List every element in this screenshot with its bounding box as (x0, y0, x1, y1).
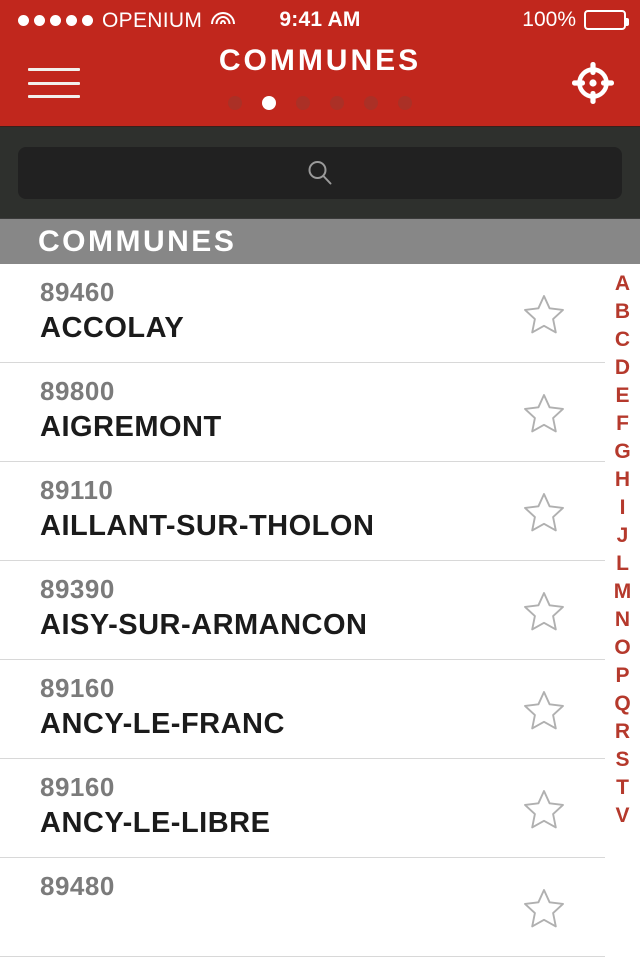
commune-zip: 89160 (40, 772, 115, 802)
table-row[interactable]: 89800 AIGREMONT (0, 363, 605, 462)
commune-zip: 89800 (40, 376, 115, 406)
page-dot-6[interactable] (398, 96, 412, 110)
commune-name: ANCY-LE-FRANC (40, 707, 285, 740)
app-header: OPENIUM 9:41 AM 100% COMMUNES (0, 0, 640, 126)
page-dot-1[interactable] (228, 96, 242, 110)
alpha-index-letter[interactable]: O (614, 634, 630, 662)
battery-percent-label: 100% (522, 8, 576, 31)
battery-icon (584, 10, 629, 30)
page-dot-2-active[interactable] (262, 96, 276, 110)
page-dot-4[interactable] (330, 96, 344, 110)
commune-name: ACCOLAY (40, 311, 185, 344)
search-input[interactable] (18, 147, 622, 199)
alpha-index-letter[interactable]: N (615, 606, 630, 634)
commune-name: AILLANT-SUR-THOLON (40, 509, 375, 542)
alpha-index-letter[interactable]: H (615, 466, 630, 494)
alpha-index-letter[interactable]: C (615, 326, 630, 354)
search-field[interactable] (18, 147, 622, 199)
star-outline-icon[interactable] (522, 391, 566, 435)
star-outline-icon[interactable] (522, 886, 566, 930)
page-dot-5[interactable] (364, 96, 378, 110)
alpha-index-letter[interactable]: R (615, 718, 630, 746)
table-row[interactable]: 89160 ANCY-LE-FRANC (0, 660, 605, 759)
status-bar: OPENIUM 9:41 AM 100% (0, 0, 640, 40)
alpha-index-letter[interactable]: G (614, 438, 630, 466)
status-bar-right: 100% (522, 0, 629, 40)
alpha-index-letter[interactable]: D (615, 354, 630, 382)
alpha-index-letter[interactable]: L (616, 550, 629, 578)
page-title: COMMUNES (218, 44, 422, 77)
alpha-index-letter[interactable]: B (615, 298, 630, 326)
star-outline-icon[interactable] (522, 589, 566, 633)
table-row[interactable]: 89460 ACCOLAY (0, 264, 605, 363)
alpha-index-letter[interactable]: V (615, 802, 629, 830)
alphabet-index-bar[interactable]: A B C D E F G H I J L M N O P Q R S T V (605, 264, 640, 960)
section-header: COMMUNES (0, 218, 640, 264)
star-outline-icon[interactable] (522, 688, 566, 732)
table-row[interactable]: 89480 (0, 858, 605, 957)
page-dot-3[interactable] (296, 96, 310, 110)
section-header-label: COMMUNES (38, 224, 237, 258)
alpha-index-letter[interactable]: Q (614, 690, 630, 718)
star-outline-icon[interactable] (522, 787, 566, 831)
table-row[interactable]: 89160 ANCY-LE-LIBRE (0, 759, 605, 858)
alpha-index-letter[interactable]: F (616, 410, 629, 438)
commune-zip: 89390 (40, 574, 115, 604)
table-row[interactable]: 89110 AILLANT-SUR-THOLON (0, 462, 605, 561)
alpha-index-letter[interactable]: I (620, 494, 626, 522)
commune-name: ANCY-LE-LIBRE (40, 806, 271, 839)
commune-list[interactable]: 89460 ACCOLAY 89800 AIGREMONT 89110 AILL… (0, 264, 605, 960)
commune-zip: 89480 (40, 871, 115, 901)
star-outline-icon[interactable] (522, 292, 566, 336)
star-outline-icon[interactable] (522, 490, 566, 534)
commune-name: AISY-SUR-ARMANCON (40, 608, 368, 641)
commune-zip: 89110 (40, 475, 114, 505)
alpha-index-letter[interactable]: S (615, 746, 629, 774)
commune-name: AIGREMONT (40, 410, 222, 443)
alpha-index-letter[interactable]: P (615, 662, 629, 690)
table-row[interactable]: 89390 AISY-SUR-ARMANCON (0, 561, 605, 660)
alpha-index-letter[interactable]: M (614, 578, 632, 606)
alpha-index-letter[interactable]: E (615, 382, 629, 410)
commune-zip: 89460 (40, 277, 115, 307)
app-screen: OPENIUM 9:41 AM 100% COMMUNES COMMUNES 8… (0, 0, 640, 960)
alpha-index-letter[interactable]: J (617, 522, 629, 550)
alpha-index-letter[interactable]: T (616, 774, 629, 802)
alpha-index-letter[interactable]: A (615, 270, 630, 298)
page-indicator-dots[interactable] (0, 96, 640, 110)
search-bar-container (0, 126, 640, 218)
commune-zip: 89160 (40, 673, 115, 703)
